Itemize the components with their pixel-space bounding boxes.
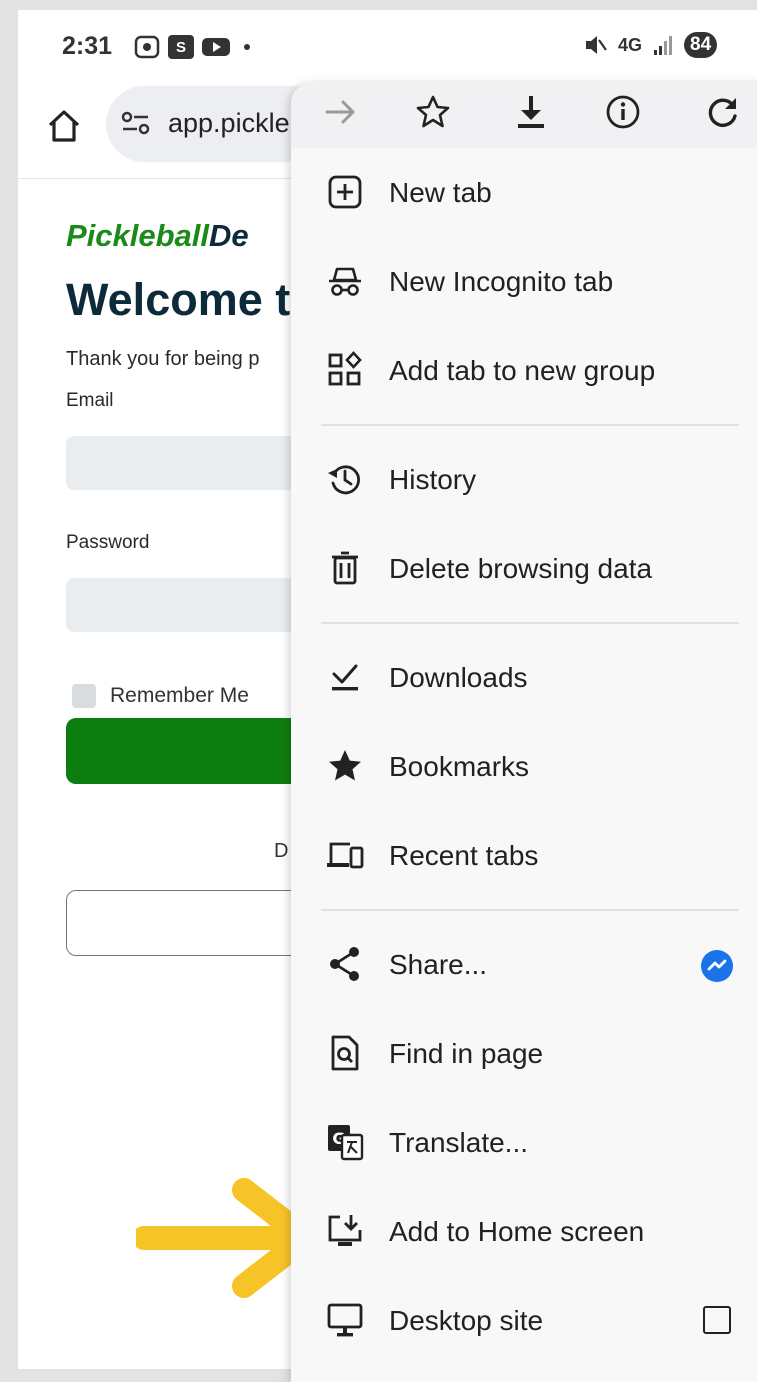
- menu-item-delete-browsing-data[interactable]: Delete browsing data: [291, 526, 757, 614]
- bookmark-star-icon[interactable]: [413, 92, 453, 132]
- desktop-icon: [325, 1300, 365, 1340]
- desktop-site-checkbox[interactable]: [703, 1306, 731, 1334]
- password-label: Password: [66, 532, 150, 553]
- translate-icon: G: [325, 1122, 365, 1162]
- menu-item-recent-tabs[interactable]: Recent tabs: [291, 813, 757, 901]
- history-icon: [325, 459, 365, 499]
- mute-icon: [584, 34, 608, 56]
- signal-icon: [652, 34, 674, 56]
- menu-item-label: Find in page: [389, 1038, 544, 1069]
- menu-item-label: New Incognito tab: [389, 266, 614, 297]
- dot-icon: [244, 44, 250, 50]
- menu-item-history[interactable]: History: [291, 437, 757, 525]
- menu-item-label: History: [389, 464, 477, 495]
- partial-text: D: [274, 840, 289, 862]
- youtube-icon: [202, 36, 230, 58]
- status-bar: 2:31 S 4G 84: [18, 10, 757, 82]
- forward-icon[interactable]: [321, 92, 361, 132]
- add-to-home-icon: [325, 1211, 365, 1251]
- home-icon[interactable]: [44, 106, 84, 146]
- menu-item-add-to-home-screen[interactable]: Add to Home screen: [291, 1189, 757, 1277]
- info-icon[interactable]: [603, 92, 643, 132]
- messenger-icon[interactable]: [701, 950, 733, 982]
- bookmarks-star-icon: [325, 746, 365, 786]
- email-label: Email: [66, 390, 114, 411]
- menu-item-desktop-site[interactable]: Desktop site: [291, 1278, 757, 1366]
- browser-overflow-menu: New tab New Incognito tab Add tab to new…: [291, 82, 757, 1382]
- brand-part-1: Pickleball: [66, 218, 210, 253]
- status-notification-icons: S: [134, 34, 250, 60]
- menu-item-label: Translate...: [389, 1127, 529, 1158]
- menu-item-bookmarks[interactable]: Bookmarks: [291, 724, 757, 812]
- find-in-page-icon: [325, 1033, 365, 1073]
- menu-item-label: Bookmarks: [389, 751, 530, 782]
- network-type: 4G: [618, 34, 643, 55]
- status-time: 2:31: [62, 32, 113, 60]
- menu-item-label: New tab: [389, 177, 492, 208]
- menu-divider: [321, 909, 739, 911]
- trash-icon: [325, 548, 365, 588]
- menu-item-translate[interactable]: G Translate...: [291, 1100, 757, 1188]
- tab-group-icon: [325, 350, 365, 390]
- menu-item-label: Desktop site: [389, 1305, 544, 1336]
- menu-item-share[interactable]: Share...: [291, 922, 757, 1010]
- screen-record-icon: [134, 34, 160, 60]
- downloads-icon: [325, 657, 365, 697]
- page-subtitle: Thank you for being p: [66, 348, 260, 370]
- reload-icon[interactable]: [703, 92, 743, 132]
- menu-item-label: Downloads: [389, 662, 528, 693]
- menu-item-add-tab-to-group[interactable]: Add tab to new group: [291, 328, 757, 416]
- menu-item-find-in-page[interactable]: Find in page: [291, 1011, 757, 1099]
- brand-logo: PickleballDe: [66, 218, 249, 254]
- brand-part-2: De: [209, 218, 249, 253]
- menu-divider: [321, 424, 739, 426]
- menu-item-downloads[interactable]: Downloads: [291, 635, 757, 723]
- menu-item-new-incognito-tab[interactable]: New Incognito tab: [291, 239, 757, 327]
- menu-item-label: Add to Home screen: [389, 1216, 645, 1247]
- status-system-icons: 4G 84: [584, 32, 718, 58]
- recent-tabs-icon: [325, 835, 365, 875]
- menu-item-label: Add tab to new group: [389, 355, 656, 386]
- menu-item-label: Recent tabs: [389, 840, 539, 871]
- menu-top-bar: [291, 82, 757, 148]
- menu-item-new-tab[interactable]: New tab: [291, 150, 757, 238]
- menu-item-label: Delete browsing data: [389, 553, 653, 584]
- url-text[interactable]: app.pickle: [168, 108, 290, 139]
- menu-divider: [321, 622, 739, 624]
- page-title: Welcome t: [66, 274, 291, 325]
- download-icon[interactable]: [511, 92, 551, 132]
- remember-me-label: Remember Me: [110, 684, 249, 707]
- menu-item-label: Share...: [389, 949, 488, 980]
- new-tab-icon: [325, 172, 365, 212]
- remember-me-checkbox[interactable]: [72, 684, 96, 708]
- s-app-icon: S: [168, 35, 194, 59]
- battery-level: 84: [684, 32, 718, 58]
- incognito-icon: [325, 261, 365, 301]
- site-settings-icon[interactable]: [120, 110, 152, 136]
- share-icon: [325, 944, 365, 984]
